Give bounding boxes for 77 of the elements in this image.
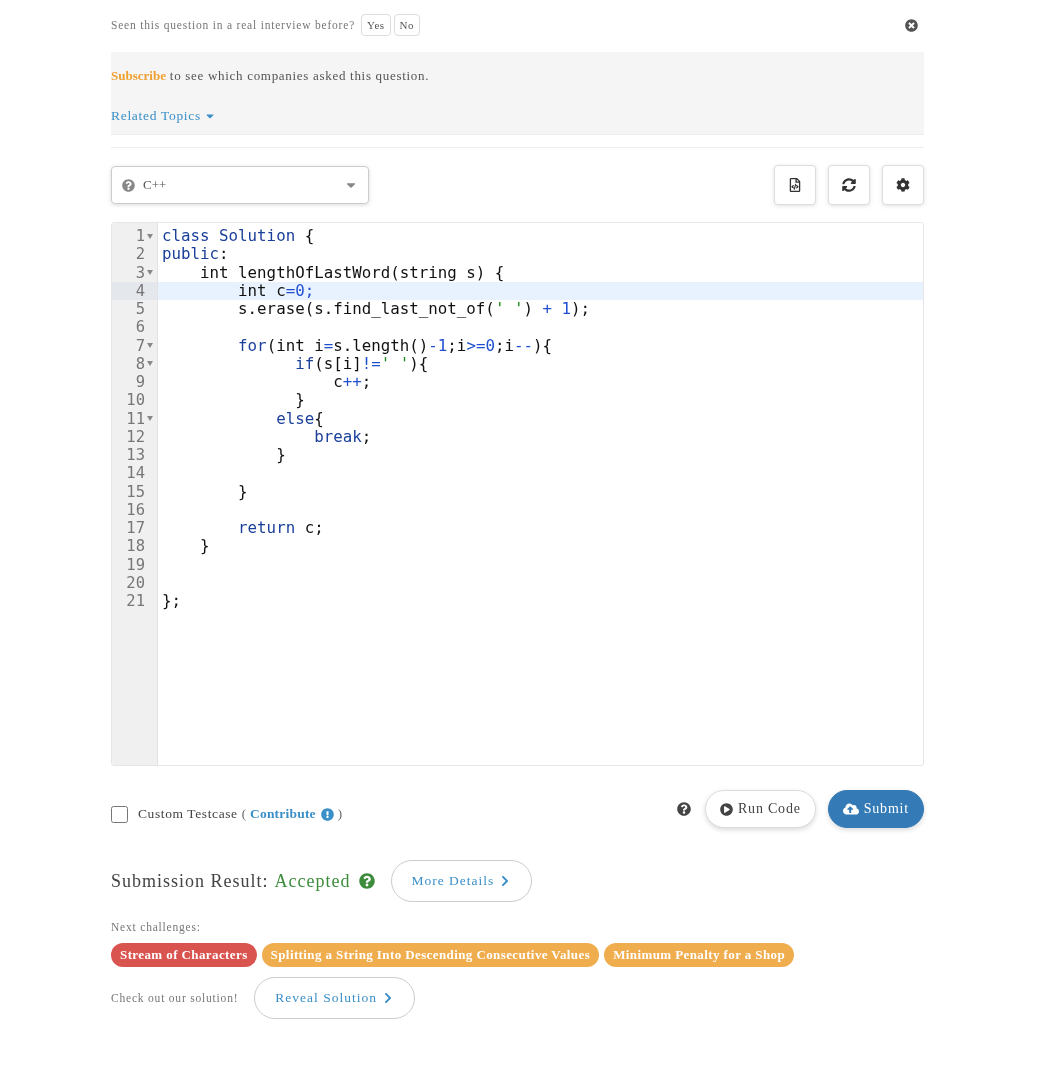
code-line: } xyxy=(294,390,305,410)
subscribe-text: Subscribe to see which companies asked this question. xyxy=(111,68,431,84)
fold-icon[interactable] xyxy=(147,270,153,276)
code-line: if(s[i]!=' '){ xyxy=(295,353,429,373)
related-topics-link[interactable]: Related Topics xyxy=(111,108,216,124)
reveal-solution-button[interactable]: Reveal Solution xyxy=(254,977,415,1019)
close-icon[interactable] xyxy=(905,18,918,32)
fold-icon[interactable] xyxy=(147,361,153,367)
line-number: 5 xyxy=(135,300,145,319)
help-icon[interactable] xyxy=(358,873,375,889)
line-number: 17 xyxy=(126,519,145,538)
code-line: } xyxy=(275,445,286,464)
open-paren: ( xyxy=(241,806,246,822)
submit-button[interactable]: Submit xyxy=(827,790,924,828)
code-line: c++; xyxy=(332,372,372,391)
language-select[interactable]: C++ xyxy=(111,166,369,204)
challenge-tag[interactable]: Stream of Characters xyxy=(111,943,257,967)
help-icon xyxy=(122,178,135,192)
line-number: 10 xyxy=(126,391,145,410)
line-number: 11 xyxy=(126,409,145,428)
refresh-icon xyxy=(842,178,856,192)
code-line: for(int i=s.length()-1;i>=0;i--){ xyxy=(237,335,553,355)
next-challenges-label: Next challenges: xyxy=(111,921,201,933)
code-line: return c; xyxy=(237,518,324,537)
help-icon[interactable] xyxy=(676,802,691,816)
answer-button[interactable]: Yes xyxy=(361,14,391,36)
line-number: 4 xyxy=(135,281,145,300)
settings-button[interactable] xyxy=(882,165,924,205)
code-file-icon xyxy=(788,178,802,192)
challenge-tag[interactable]: Minimum Penalty for a Shop xyxy=(604,943,795,967)
answer-button[interactable]: No xyxy=(393,14,420,36)
contribute-link[interactable]: Contribute xyxy=(250,806,316,822)
line-number: 7 xyxy=(135,336,145,355)
play-icon xyxy=(719,802,733,816)
subscribe-link[interactable]: Subscribe xyxy=(111,68,166,83)
line-number: 18 xyxy=(126,537,145,556)
line-number: 9 xyxy=(135,373,145,392)
code-line: }; xyxy=(162,591,182,610)
result-status: Accepted xyxy=(274,870,351,892)
code-line: class Solution { xyxy=(162,226,315,245)
solution-label: Check out our solution! xyxy=(111,992,239,1004)
line-number: 6 xyxy=(135,318,145,337)
line-number: 12 xyxy=(126,427,145,446)
fold-icon[interactable] xyxy=(147,416,153,422)
line-number: 19 xyxy=(126,555,145,574)
info-icon xyxy=(320,807,334,821)
code-line: else{ xyxy=(275,408,324,428)
settings-icon xyxy=(896,178,910,192)
line-number: 8 xyxy=(135,354,145,373)
line-number: 20 xyxy=(126,573,145,592)
fold-icon[interactable] xyxy=(147,343,153,349)
line-number: 21 xyxy=(126,592,145,611)
run-code-button[interactable]: Run Code xyxy=(704,790,816,828)
close-paren: ) xyxy=(337,806,343,822)
code-line: public: xyxy=(162,244,229,264)
code-line: s.erase(s.find_last_not_of(' ') + 1); xyxy=(237,299,591,318)
code-line: int c=0; xyxy=(237,280,315,300)
fold-icon[interactable] xyxy=(147,233,153,239)
line-number: 15 xyxy=(126,482,145,501)
cloud-upload-icon xyxy=(842,801,859,817)
line-number: 16 xyxy=(126,500,145,519)
code-line: } xyxy=(237,481,248,501)
reset-button[interactable] xyxy=(828,165,870,205)
code-line: } xyxy=(199,536,210,556)
line-number: 3 xyxy=(135,263,145,282)
line-number: 2 xyxy=(135,245,145,264)
line-number: 13 xyxy=(126,446,145,465)
code-file-button[interactable] xyxy=(774,165,816,205)
interview-question: Seen this question in a real interview before? xyxy=(111,19,356,31)
custom-testcase-label: Custom Testcase xyxy=(138,806,238,822)
challenge-tag[interactable]: Splitting a String Into Descending Consecutive Values xyxy=(261,943,600,967)
custom-testcase-checkbox[interactable] xyxy=(111,805,128,823)
line-number: 14 xyxy=(126,464,145,483)
code-line: int lengthOfLastWord(string s) { xyxy=(199,262,505,282)
more-details-button[interactable]: More Details xyxy=(390,860,533,902)
result-label: Submission Result: xyxy=(111,870,269,892)
line-number: 1 xyxy=(135,227,145,246)
